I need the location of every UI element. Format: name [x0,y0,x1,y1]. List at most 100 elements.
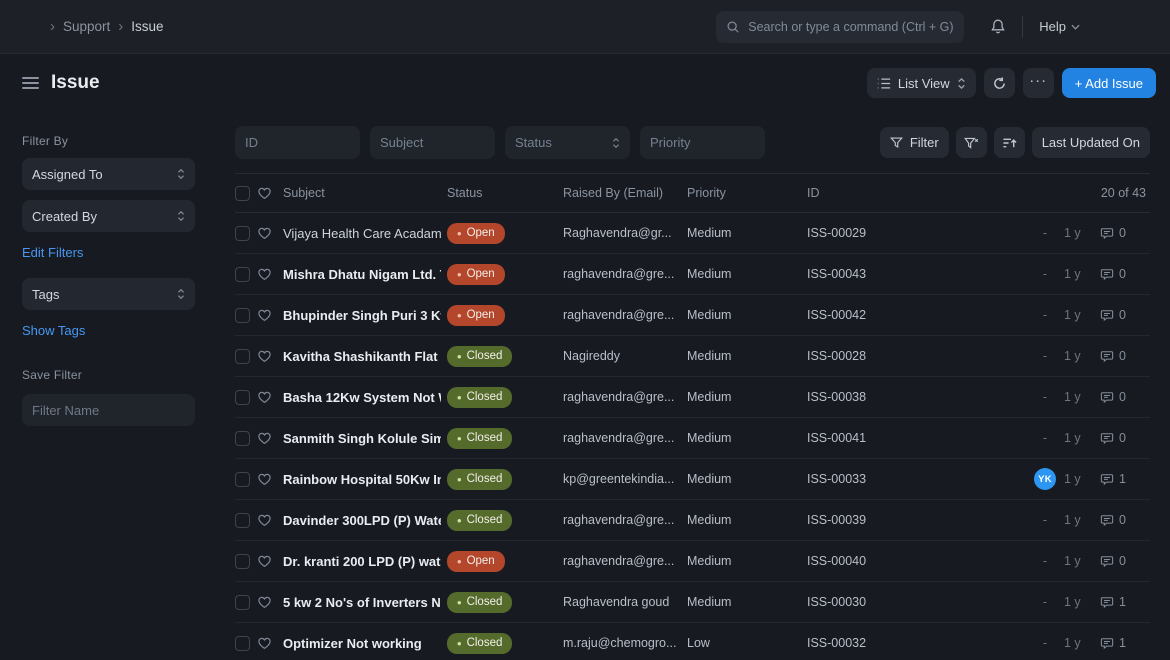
clear-filters-button[interactable] [956,127,987,158]
search-placeholder: Search or type a command (Ctrl + G) [748,20,953,34]
breadcrumb-support[interactable]: Support [63,19,110,34]
show-tags-link[interactable]: Show Tags [22,323,85,338]
comment-count: 1 [1100,472,1150,486]
status-badge: Closed [447,387,512,408]
row-checkbox[interactable] [235,226,250,241]
issue-subject[interactable]: Sanmith Singh Kolule Simran [283,431,441,446]
heart-icon[interactable] [257,226,277,240]
priority-value: Medium [687,554,801,568]
list-header-row: Subject Status Raised By (Email) Priorit… [235,173,1150,213]
issue-subject[interactable]: Rainbow Hospital 50Kw Inver [283,472,441,487]
heart-icon[interactable] [257,431,277,445]
sort-field-button[interactable]: Last Updated On [1032,127,1150,158]
row-checkbox[interactable] [235,308,250,323]
more-options-button[interactable]: ··· [1023,68,1054,98]
edit-filters-link[interactable]: Edit Filters [22,245,83,260]
issue-subject[interactable]: Bhupinder Singh Puri 3 Kw D [283,308,441,323]
raised-by-email: raghavendra@gre... [563,431,681,445]
heart-icon[interactable] [257,513,277,527]
filter-button[interactable]: Filter [880,127,949,158]
issue-subject[interactable]: Davinder 300LPD (P) Water I [283,513,441,528]
table-row[interactable]: Dr. kranti 200 LPD (P) water Open raghav… [235,541,1150,582]
issue-subject[interactable]: Basha 12Kw System Not Wor [283,390,441,405]
comment-count-value: 0 [1119,267,1126,281]
issue-subject[interactable]: Dr. kranti 200 LPD (P) water [283,554,441,569]
heart-icon[interactable] [257,308,277,322]
issue-subject[interactable]: 5 kw 2 No's of Inverters Not w [283,595,441,610]
raised-by-email: raghavendra@gre... [563,513,681,527]
id-filter-input[interactable] [235,126,360,159]
last-modified-age: 1 y [1064,636,1094,650]
table-row[interactable]: 5 kw 2 No's of Inverters Not w Closed Ra… [235,582,1150,623]
heart-icon[interactable] [257,186,277,200]
breadcrumb-issue[interactable]: Issue [131,19,163,34]
filter-by-label: Filter By [22,134,195,148]
last-modified-age: 1 y [1064,595,1094,609]
row-checkbox[interactable] [235,472,250,487]
column-priority: Priority [687,186,801,200]
comment-icon [1100,268,1114,281]
table-row[interactable]: Vijaya Health Care Acadamy 5 Open Raghav… [235,213,1150,254]
assigned-to-label: Assigned To [32,167,103,182]
sort-order-button[interactable] [994,127,1025,158]
comment-count: 1 [1100,595,1150,609]
comment-count-value: 0 [1119,554,1126,568]
help-menu[interactable]: Help [1039,19,1080,34]
heart-icon[interactable] [257,595,277,609]
issue-id: ISS-00032 [807,636,967,650]
row-checkbox[interactable] [235,554,250,569]
status-filter-select[interactable]: Status [505,126,630,159]
result-count[interactable]: 20 of 43 [973,186,1150,200]
row-checkbox[interactable] [235,636,250,651]
notification-bell-icon[interactable] [990,18,1006,35]
comment-icon [1100,350,1114,363]
sidebar-toggle-icon[interactable] [22,75,39,91]
filter-name-input[interactable] [22,394,195,426]
comment-icon [1100,309,1114,322]
raised-by-email: kp@greentekindia... [563,472,681,486]
issue-subject[interactable]: Optimizer Not working [283,636,441,651]
table-row[interactable]: Kavitha Shashikanth Flat plat Closed Nag… [235,336,1150,377]
priority-value: Medium [687,390,801,404]
row-checkbox[interactable] [235,349,250,364]
row-checkbox[interactable] [235,267,250,282]
refresh-button[interactable] [984,68,1015,98]
issue-id: ISS-00040 [807,554,967,568]
subject-filter-input[interactable] [370,126,495,159]
heart-icon[interactable] [257,267,277,281]
heart-icon[interactable] [257,636,277,650]
table-row[interactable]: Rainbow Hospital 50Kw Inver Closed kp@gr… [235,459,1150,500]
table-row[interactable]: Bhupinder Singh Puri 3 Kw D Open raghave… [235,295,1150,336]
row-checkbox[interactable] [235,431,250,446]
assignee-cell: - [1032,308,1058,322]
heart-icon[interactable] [257,472,277,486]
page-title: Issue [51,72,100,94]
issue-list: Subject Status Raised By (Email) Priorit… [235,173,1150,660]
heart-icon[interactable] [257,349,277,363]
table-row[interactable]: Optimizer Not working Closed m.raju@chem… [235,623,1150,660]
created-by-select[interactable]: Created By [22,200,195,232]
row-checkbox[interactable] [235,513,250,528]
view-switcher-button[interactable]: List View [867,68,976,98]
priority-value: Medium [687,431,801,445]
tags-select[interactable]: Tags [22,278,195,310]
status-badge: Closed [447,633,512,654]
table-row[interactable]: Davinder 300LPD (P) Water I Closed ragha… [235,500,1150,541]
row-checkbox[interactable] [235,595,250,610]
issue-subject[interactable]: Mishra Dhatu Nigam Ltd. Tan [283,267,441,282]
assigned-to-select[interactable]: Assigned To [22,158,195,190]
issue-subject[interactable]: Kavitha Shashikanth Flat plat [283,349,441,364]
table-row[interactable]: Mishra Dhatu Nigam Ltd. Tan Open raghave… [235,254,1150,295]
global-search-input[interactable]: Search or type a command (Ctrl + G) [716,11,964,43]
comment-count-value: 0 [1119,226,1126,240]
heart-icon[interactable] [257,554,277,568]
heart-icon[interactable] [257,390,277,404]
select-all-checkbox[interactable] [235,186,250,201]
issue-subject[interactable]: Vijaya Health Care Acadamy 5 [283,226,441,241]
table-row[interactable]: Sanmith Singh Kolule Simran Closed ragha… [235,418,1150,459]
row-checkbox[interactable] [235,390,250,405]
priority-filter-input[interactable] [640,126,765,159]
add-issue-button[interactable]: + Add Issue [1062,68,1156,98]
table-row[interactable]: Basha 12Kw System Not Wor Closed raghave… [235,377,1150,418]
raised-by-email: m.raju@chemogro... [563,636,681,650]
